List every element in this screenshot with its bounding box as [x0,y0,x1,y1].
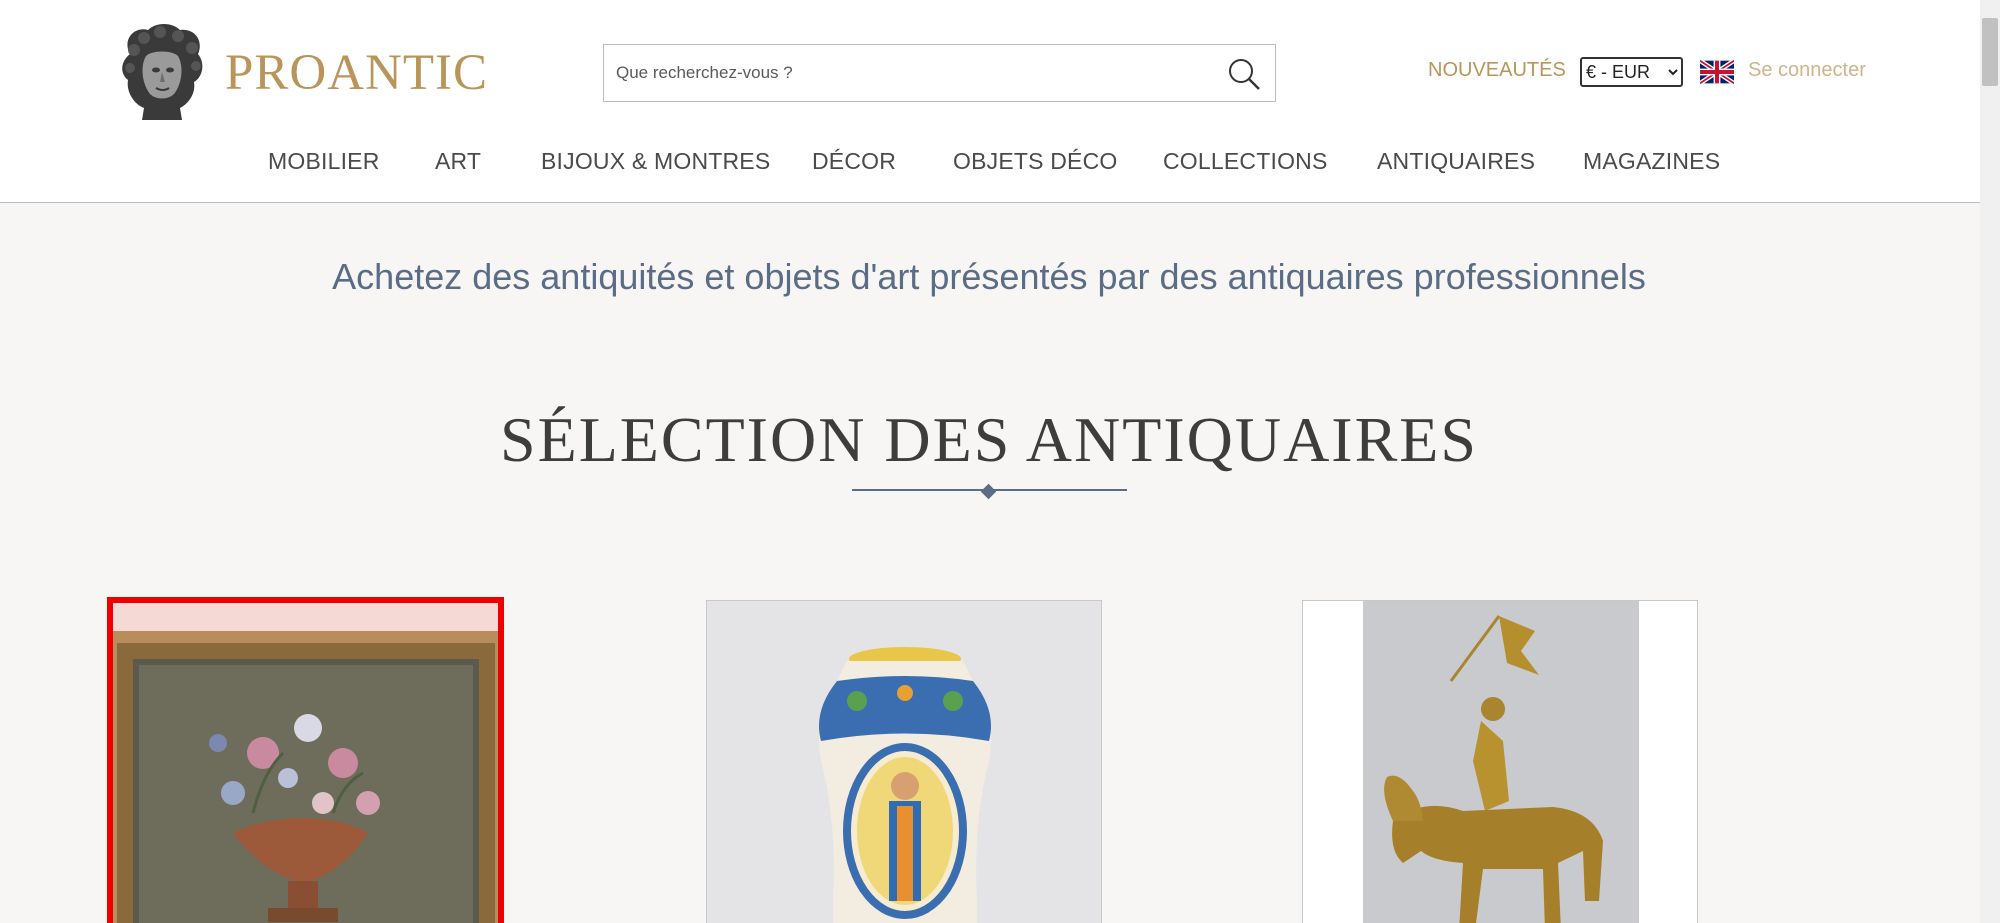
nav-item-magazines[interactable]: MAGAZINES [1583,148,1720,175]
search-icon[interactable] [1227,57,1261,91]
nav-item-decor[interactable]: DÉCOR [812,148,896,175]
nav-item-objets-deco[interactable]: OBJETS DÉCO [953,148,1118,175]
site-header: PROANTIC NOUVEAUTÉS € - EUR Se connecter… [0,0,1980,203]
nav-item-art[interactable]: ART [435,148,481,175]
search-box [603,44,1276,102]
bust-logo-icon[interactable] [112,20,212,122]
scrollbar-thumb[interactable] [1982,18,1998,86]
vase-image [707,601,1101,923]
nav-item-collections[interactable]: COLLECTIONS [1163,148,1328,175]
product-card-statue[interactable] [1302,600,1698,923]
main-nav: MOBILIER ART BIJOUX & MONTRES DÉCOR OBJE… [0,148,1980,180]
search-input[interactable] [616,45,1216,101]
uk-flag-icon[interactable] [1698,58,1736,86]
nav-item-bijoux-montres[interactable]: BIJOUX & MONTRES [541,148,770,175]
page-scrollbar[interactable] [1980,0,2000,923]
login-link[interactable]: Se connecter [1748,59,1866,82]
section-title: SÉLECTION DES ANTIQUAIRES [500,404,1478,475]
nav-item-mobilier[interactable]: MOBILIER [268,148,380,175]
product-card-painting[interactable] [107,597,504,923]
title-divider-diamond [980,483,997,500]
product-card-vase[interactable] [706,600,1102,923]
nav-item-antiquaires[interactable]: ANTIQUAIRES [1377,148,1535,175]
brand-name[interactable]: PROANTIC [225,44,488,102]
nouveautes-link[interactable]: NOUVEAUTÉS [1428,59,1566,82]
statue-image [1303,601,1697,923]
painting-image [113,603,498,923]
tagline: Achetez des antiquités et objets d'art p… [332,256,1646,297]
currency-select[interactable]: € - EUR [1580,57,1683,87]
